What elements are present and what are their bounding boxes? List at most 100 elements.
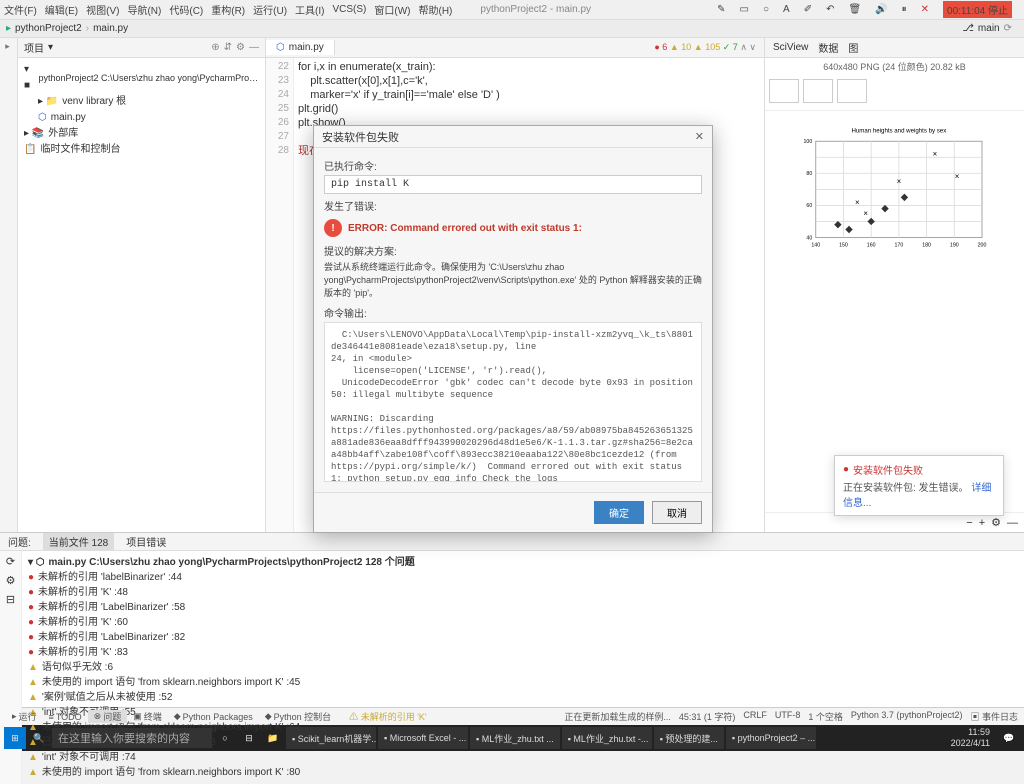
cancel-button[interactable]: 取消 (652, 501, 702, 524)
pause-icon[interactable]: ⏸ (902, 4, 907, 15)
menu-refactor[interactable]: 重构(R) (211, 2, 245, 17)
refresh-icon[interactable]: ⟳ (6, 555, 15, 568)
ok-button[interactable]: 确定 (594, 501, 644, 524)
sciview-tab[interactable]: SciView (773, 42, 808, 53)
explorer-icon[interactable]: 📁 (262, 727, 284, 749)
circle-icon[interactable]: ○ (763, 4, 769, 15)
sync-icon[interactable]: ⟳ (1004, 23, 1012, 34)
status-pyconsole[interactable]: ◆ Python 控制台 (259, 710, 337, 723)
delete-icon[interactable]: 🗑 (848, 4, 861, 15)
sciview-tab-data[interactable]: 数据 (818, 40, 838, 55)
cortana-icon[interactable]: ○ (214, 727, 236, 749)
svg-text:40: 40 (806, 235, 812, 241)
expand-all-icon[interactable]: ⊟ (6, 593, 15, 606)
taskbar-clock[interactable]: 11:592022/4/11 (945, 727, 996, 749)
problem-row[interactable]: ▲语句似乎无效 :6 (28, 660, 1018, 675)
menu-vcs[interactable]: VCS(S) (332, 4, 366, 15)
tree-item[interactable]: ▸ 📚外部库 (24, 126, 259, 142)
project-tool-icon[interactable]: ▸ (4, 42, 14, 52)
hide-icon[interactable]: — (249, 42, 259, 53)
taskbar-app[interactable]: ▪ ML作业_zhu.txt -... (562, 727, 652, 749)
breadcrumb-file[interactable]: main.py (93, 23, 128, 34)
gear-icon[interactable]: ⚙ (991, 516, 1001, 529)
problem-row[interactable]: ●未解析的引用 'K' :83 (28, 645, 1018, 660)
error-icon: ! (324, 219, 342, 237)
breadcrumb-project[interactable]: pythonProject2 (15, 23, 82, 34)
zoom-in-icon[interactable]: + (979, 517, 985, 529)
plot-thumbnails[interactable] (765, 75, 1024, 111)
project-tree[interactable]: ▾ ■pythonProject2 C:\Users\zhu zhao yong… (18, 58, 265, 162)
taskbar-search[interactable]: 在这里输入你要搜索的内容 (52, 728, 212, 748)
undo-icon[interactable]: ↶ (826, 4, 834, 15)
toast-notification[interactable]: ●安装软件包失败 正在安装软件包: 发生错误。 详细信息... (834, 455, 1004, 516)
volume-icon[interactable]: 🔊 (875, 4, 887, 15)
status-interp[interactable]: Python 3.7 (pythonProject2) (851, 710, 963, 723)
close-icon[interactable]: ✕ (695, 130, 704, 143)
notifications-icon[interactable]: 💬 (998, 727, 1020, 749)
svg-text:×: × (863, 209, 868, 218)
search-icon[interactable]: 🔍 (28, 727, 50, 749)
status-terminal[interactable]: ▣ 终端 (127, 710, 168, 723)
menu-window[interactable]: 窗口(W) (374, 2, 410, 17)
edit-icon[interactable]: ✎ (717, 4, 725, 15)
status-enc[interactable]: UTF-8 (775, 710, 801, 723)
zoom-out-icon[interactable]: − (966, 517, 972, 529)
taskbar-app[interactable]: ▪ 预处理的建... (654, 727, 724, 749)
problems-tab[interactable]: 问题: (8, 534, 31, 549)
svg-text:160: 160 (867, 242, 876, 248)
gear-icon[interactable]: ⚙ (236, 42, 245, 53)
menu-view[interactable]: 视图(V) (86, 2, 119, 17)
tree-item[interactable]: ▸ 📁venv library 根 (24, 94, 259, 110)
status-pypkg[interactable]: ◆ Python Packages (168, 711, 259, 722)
problem-row[interactable]: ●未解析的引用 'LabelBinarizer' :58 (28, 600, 1018, 615)
collapse-icon[interactable]: ⊕ (211, 42, 219, 53)
plot-view[interactable]: Human heights and weights by sex×××××140… (765, 111, 1024, 512)
record-badge[interactable]: 00:11:04 停止 (943, 1, 1012, 18)
problem-row[interactable]: ▲'int' 对象不可调用 :74 (28, 750, 1018, 765)
menu-run[interactable]: 运行(U) (253, 2, 287, 17)
git-branch-icon: ⎇ (962, 23, 974, 34)
expand-icon[interactable]: ⇵ (224, 42, 232, 53)
status-run[interactable]: ▸ 运行 (6, 710, 43, 723)
taskview-icon[interactable]: ⊟ (238, 727, 260, 749)
status-crlf[interactable]: CRLF (743, 710, 767, 723)
problem-row[interactable]: ●未解析的引用 'K' :48 (28, 585, 1018, 600)
problem-row[interactable]: ▲未使用的 import 语句 'from sklearn.neighbors … (28, 675, 1018, 690)
menu-edit[interactable]: 编辑(E) (45, 2, 78, 17)
problem-row[interactable]: ●未解析的引用 'K' :60 (28, 615, 1018, 630)
svg-text:180: 180 (922, 242, 931, 248)
sciview-tab-plot[interactable]: 图 (848, 40, 858, 55)
taskbar-app[interactable]: ▪ ML作业_zhu.txt ... (470, 727, 560, 749)
brush-icon[interactable]: ✐ (804, 4, 812, 15)
taskbar-app[interactable]: ▪ Microsoft Excel - ... (378, 727, 468, 749)
status-events[interactable]: ▣ 事件日志 (970, 710, 1018, 723)
tree-item[interactable]: ⬡main.py (24, 110, 259, 126)
taskbar-app[interactable]: ▪ Scikit_learn机器学... (286, 727, 376, 749)
status-spaces[interactable]: 1 个空格 (808, 710, 843, 723)
problems-tab-project[interactable]: 项目错误 (126, 534, 166, 549)
tree-item[interactable]: 📋临时文件和控制台 (24, 142, 259, 158)
problem-row[interactable]: ▲未使用的 import 语句 'from sklearn.neighbors … (28, 765, 1018, 780)
start-button[interactable]: ⊞ (4, 727, 26, 749)
problems-tab-current[interactable]: 当前文件 128 (43, 533, 114, 550)
problem-row[interactable]: ●未解析的引用 'labelBinarizer' :44 (28, 570, 1018, 585)
select-icon[interactable]: ▭ (740, 4, 749, 15)
problem-row[interactable]: ▲'案例'赋值之后从未被使用 :52 (28, 690, 1018, 705)
dialog-trace[interactable]: C:\Users\LENOVO\AppData\Local\Temp\pip-i… (324, 322, 702, 482)
close-icon[interactable]: ✕ (921, 4, 929, 15)
menu-help[interactable]: 帮助(H) (419, 2, 453, 17)
menu-code[interactable]: 代码(C) (169, 2, 203, 17)
branch-name[interactable]: main (978, 23, 1000, 34)
status-todo[interactable]: ≡ TODO (43, 712, 88, 722)
hide-icon[interactable]: — (1007, 517, 1018, 529)
taskbar-app[interactable]: ▪ pythonProject2 – ... (726, 727, 816, 749)
menu-tools[interactable]: 工具(I) (295, 2, 324, 17)
text-icon[interactable]: A (783, 4, 790, 15)
menu-file[interactable]: 文件(F) (4, 2, 37, 17)
editor-tab[interactable]: ⬡main.py (266, 40, 335, 55)
problem-row[interactable]: ●未解析的引用 'LabelBinarizer' :82 (28, 630, 1018, 645)
status-pos[interactable]: 45:31 (1 字符) (679, 710, 736, 723)
menu-navigate[interactable]: 导航(N) (127, 2, 161, 17)
inspection-summary[interactable]: ● 6 ▲ 10 ▲ 105 ✓ 7 ∧ ∨ (654, 42, 764, 53)
status-problems[interactable]: ⊗ 问题 (88, 710, 128, 723)
